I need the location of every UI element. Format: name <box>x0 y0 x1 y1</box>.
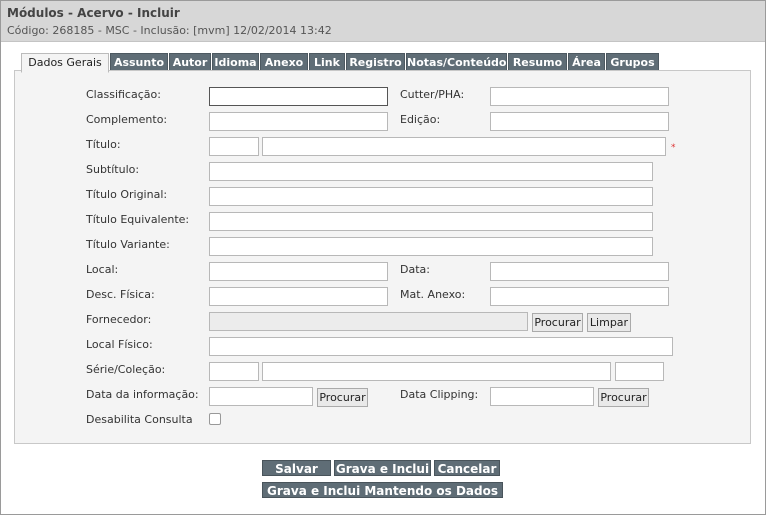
fornecedor-procurar-button[interactable]: Procurar <box>532 313 583 332</box>
titulo-original-input[interactable] <box>209 187 653 206</box>
local-fisico-label: Local Físico: <box>86 338 153 351</box>
cancelar-button[interactable]: Cancelar <box>434 460 500 476</box>
complemento-input[interactable] <box>209 112 388 131</box>
titulo-article-input[interactable] <box>209 137 259 156</box>
data-informacao-input[interactable] <box>209 387 313 406</box>
local-label: Local: <box>86 263 119 276</box>
titulo-variante-label: Título Variante: <box>86 238 170 251</box>
fornecedor-limpar-button[interactable]: Limpar <box>587 313 631 332</box>
local-input[interactable] <box>209 262 388 281</box>
titulo-equivalente-input[interactable] <box>209 212 653 231</box>
data-clipping-input[interactable] <box>490 387 594 406</box>
grava-inclui-button[interactable]: Grava e Inclui <box>334 460 431 476</box>
data-label: Data: <box>400 263 430 276</box>
cutter-input[interactable] <box>490 87 669 106</box>
mat-anexo-label: Mat. Anexo: <box>400 288 466 301</box>
desc-fisica-input[interactable] <box>209 287 388 306</box>
titulo-label: Título: <box>86 138 121 151</box>
serie-volume-input[interactable] <box>615 362 664 381</box>
desabilita-consulta-label: Desabilita Consulta <box>86 413 193 426</box>
desc-fisica-label: Desc. Física: <box>86 288 155 301</box>
data-clipping-label: Data Clipping: <box>400 388 479 401</box>
data-clipping-procurar-button[interactable]: Procurar <box>598 388 649 407</box>
form-panel: Classificação: Cutter/PHA: Complemento: … <box>14 70 751 444</box>
page-title: Módulos - Acervo - Incluir <box>7 6 180 20</box>
cutter-label: Cutter/PHA: <box>400 88 465 101</box>
mat-anexo-input[interactable] <box>490 287 669 306</box>
serie-colecao-input[interactable] <box>262 362 611 381</box>
subtitulo-label: Subtítulo: <box>86 163 140 176</box>
data-informacao-procurar-button[interactable]: Procurar <box>317 388 368 407</box>
fornecedor-label: Fornecedor: <box>86 313 152 326</box>
subtitulo-input[interactable] <box>209 162 653 181</box>
complemento-label: Complemento: <box>86 113 168 126</box>
serie-number-input[interactable] <box>209 362 259 381</box>
titulo-input[interactable] <box>262 137 666 156</box>
serie-colecao-label: Série/Coleção: <box>86 363 166 376</box>
record-info: Código: 268185 - MSC - Inclusão: [mvm] 1… <box>7 24 332 37</box>
title-bar: Módulos - Acervo - Incluir Código: 26818… <box>1 1 765 42</box>
classificacao-label: Classificação: <box>86 88 161 101</box>
tab-dados-gerais[interactable]: Dados Gerais <box>21 53 109 73</box>
desabilita-consulta-checkbox[interactable] <box>209 413 221 425</box>
titulo-variante-input[interactable] <box>209 237 653 256</box>
fornecedor-input <box>209 312 528 331</box>
edicao-label: Edição: <box>400 113 441 126</box>
titulo-equivalente-label: Título Equivalente: <box>86 213 190 226</box>
local-fisico-input[interactable] <box>209 337 673 356</box>
required-marker: * <box>671 143 676 153</box>
grava-inclui-mantendo-button[interactable]: Grava e Inclui Mantendo os Dados <box>262 482 503 498</box>
salvar-button[interactable]: Salvar <box>262 460 331 476</box>
data-informacao-label: Data da informação: <box>86 388 199 401</box>
edicao-input[interactable] <box>490 112 669 131</box>
classificacao-input[interactable] <box>209 87 388 106</box>
data-input[interactable] <box>490 262 669 281</box>
titulo-original-label: Título Original: <box>86 188 168 201</box>
